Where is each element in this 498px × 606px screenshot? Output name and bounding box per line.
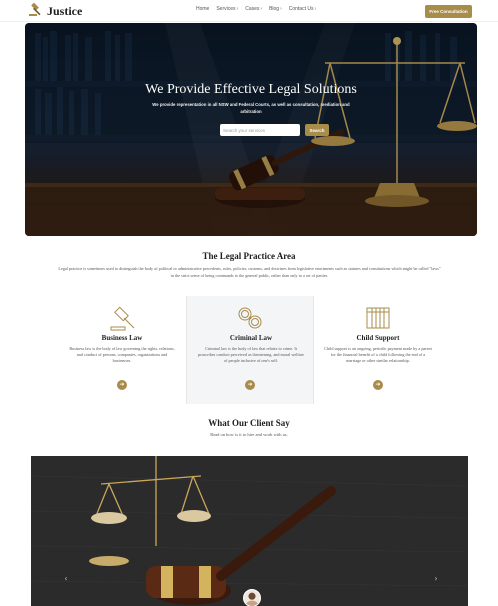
previous-slide-icon[interactable]: ‹ [61,574,71,584]
card-title: Business Law [101,334,143,342]
clients-section-title: What Our Client Say [208,418,290,428]
menu-item-home[interactable]: Home [196,6,209,12]
next-slide-icon[interactable]: › [431,574,441,584]
menu-label: Home [196,6,210,12]
practice-card-criminal-law[interactable]: Criminal Law Criminal law is the body of… [186,296,314,404]
card-text: Business law is the body of law governin… [69,346,175,364]
main-menu: Home Services › Cases › Blog › Contact Us › [196,6,316,12]
clients-subtitle: Read on how is it to hire and work with … [210,432,288,437]
menu-label: Cases [245,6,260,12]
card-text: Child support is an ongoing, periodic pa… [324,346,432,364]
practice-card-child-support[interactable]: Child Support Child support is an ongoin… [314,296,442,404]
card-title: Child Support [356,334,400,342]
practice-section-title: The Legal Practice Area [202,251,296,261]
arrow-right-icon[interactable]: ➜ [117,380,127,390]
practice-description: Legal practice is sometimes used to dist… [58,266,441,278]
card-text: Criminal law is the body of law that rel… [198,346,304,364]
testimonial-background-image: ‹ › [31,456,468,606]
menu-item-blog[interactable]: Blog › [269,6,282,12]
free-consultation-button[interactable]: Free Consultation [425,5,472,18]
brand-name: Justice [47,3,83,18]
menu-item-contact[interactable]: Contact Us › [289,6,316,12]
practice-cards: Business Law Business law is the body of… [58,296,442,404]
arrow-right-icon[interactable]: ➜ [245,380,255,390]
menu-label: Services [216,6,236,12]
brand-logo[interactable]: Justice [27,1,83,22]
menu-item-services[interactable]: Services › [216,6,238,12]
chevron-down-icon: › [314,6,317,12]
top-navbar: Justice Home Services › Cases › Blog › Cont… [0,0,498,22]
service-search-input[interactable] [220,124,300,136]
hero-title: We Provide Effective Legal Solutions [145,82,357,97]
chevron-down-icon: › [280,6,282,12]
menu-label: Blog [269,6,280,12]
client-avatar [243,589,261,606]
gavel-icon [27,1,43,22]
menu-item-cases[interactable]: Cases › [245,6,262,12]
chevron-down-icon: › [260,6,263,12]
jail-bars-icon [364,304,392,332]
practice-card-business-law[interactable]: Business Law Business law is the body of… [58,296,186,404]
gavel-icon [108,304,136,332]
hero-banner: We Provide Effective Legal Solutions We … [25,23,477,236]
arrow-right-icon[interactable]: ➜ [373,380,383,390]
search-button[interactable]: Search [305,124,329,136]
hero-subtitle: We provide representation in all NSW and… [152,102,350,114]
menu-label: Contact Us [288,6,314,12]
handcuffs-icon [236,304,264,332]
chevron-down-icon: › [236,6,239,12]
card-title: Criminal Law [229,334,273,342]
